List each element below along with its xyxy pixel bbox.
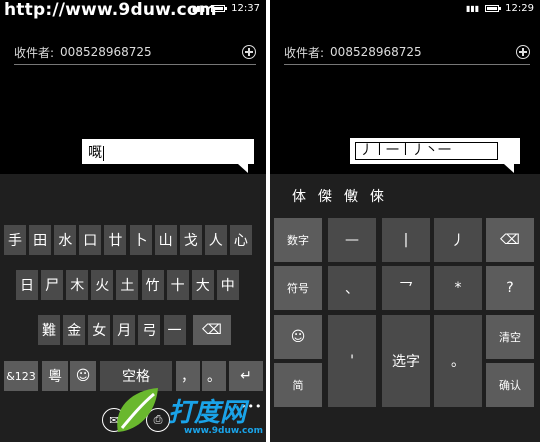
candidate-0[interactable]: 体 xyxy=(292,186,306,206)
backspace-key[interactable]: ⌫ xyxy=(486,218,534,262)
symbols-key[interactable]: 符号 xyxy=(274,266,322,310)
text-caret xyxy=(103,145,104,161)
question-key[interactable]: ? xyxy=(486,266,534,310)
logo-url: www.9duw.com xyxy=(184,426,263,436)
stroke-dian-key[interactable]: 、 xyxy=(328,266,376,310)
emoji-key[interactable]: ☺ xyxy=(274,315,322,359)
select-char-key[interactable]: 选字 xyxy=(382,315,430,407)
separator-key[interactable]: ' xyxy=(328,315,376,407)
language-key[interactable]: 粵 xyxy=(42,361,68,391)
key-土[interactable]: 土 xyxy=(116,270,139,300)
confirm-key[interactable]: 确认 xyxy=(486,363,534,407)
backspace-icon: ⌫ xyxy=(500,232,520,248)
key-水[interactable]: 水 xyxy=(54,225,77,255)
simplified-key[interactable]: 简 xyxy=(274,363,322,407)
left-phone-screen: ▮▮▮ 12:37 收件者: 008528968725 嘅 手田水口廿卜山戈人心… xyxy=(0,0,266,442)
key-十[interactable]: 十 xyxy=(166,270,189,300)
key-戈[interactable]: 戈 xyxy=(179,225,202,255)
battery-icon xyxy=(485,4,502,12)
key-竹[interactable]: 竹 xyxy=(141,270,164,300)
numbers-key[interactable]: 数字 xyxy=(274,218,322,262)
recipient-row[interactable]: 收件者: 008528968725 xyxy=(14,42,256,62)
key-女[interactable]: 女 xyxy=(88,315,111,345)
key-難[interactable]: 難 xyxy=(38,315,60,345)
signal-icon: ▮▮▮ xyxy=(465,3,480,13)
key-田[interactable]: 田 xyxy=(29,225,52,255)
key-火[interactable]: 火 xyxy=(91,270,114,300)
recipient-underline xyxy=(284,64,530,65)
recipient-value[interactable]: 008528968725 xyxy=(330,45,516,59)
right-phone-screen: ▮▮▮ 12:29 收件者: 008528968725 丿丨一丨丿丶一 体傑僌倈… xyxy=(270,0,540,442)
leaf-logo-icon xyxy=(117,388,158,432)
emoji-key[interactable]: ☺ xyxy=(70,361,96,391)
candidate-1[interactable]: 傑 xyxy=(318,186,332,206)
stroke-sequence: 丿丨一丨丿丶一 xyxy=(355,142,498,160)
recipient-underline xyxy=(14,64,256,65)
key-手[interactable]: 手 xyxy=(4,225,26,255)
stroke-pie-key[interactable]: 丿 xyxy=(434,218,482,262)
key-口[interactable]: 口 xyxy=(79,225,102,255)
recipient-label: 收件者: xyxy=(284,45,325,60)
backspace-key[interactable]: ⌫ xyxy=(193,315,231,345)
stroke-shu-key[interactable]: | xyxy=(382,218,430,262)
wildcard-key[interactable]: * xyxy=(434,266,482,310)
add-recipient-icon[interactable] xyxy=(516,45,530,59)
key-大[interactable]: 大 xyxy=(191,270,214,300)
recipient-value[interactable]: 008528968725 xyxy=(60,45,242,59)
stroke-keyboard: 体傑僌倈数字 符号 ☺ 简 — | 丿、乛 * ' 选字。 ⌫? 清空 确认 xyxy=(270,174,540,442)
logo-text: 打度网 xyxy=(168,398,247,428)
message-text: 嘅 xyxy=(88,145,102,161)
key-尸[interactable]: 尸 xyxy=(41,270,64,300)
key-日[interactable]: 日 xyxy=(16,270,38,300)
emoji-icon: ☺ xyxy=(75,368,91,384)
key-月[interactable]: 月 xyxy=(113,315,136,345)
key-人[interactable]: 人 xyxy=(204,225,227,255)
status-time: 12:37 xyxy=(231,2,260,14)
key-心[interactable]: 心 xyxy=(229,225,252,255)
backspace-icon: ⌫ xyxy=(202,322,222,338)
period-key[interactable]: 。 xyxy=(434,315,482,407)
emoji-icon: ☺ xyxy=(290,329,306,345)
recipient-row[interactable]: 收件者: 008528968725 xyxy=(284,42,530,62)
key-金[interactable]: 金 xyxy=(63,315,86,345)
candidate-3[interactable]: 倈 xyxy=(370,186,384,206)
stroke-heng-key[interactable]: — xyxy=(328,218,376,262)
stroke-zhe-key[interactable]: 乛 xyxy=(382,266,430,310)
watermark-url: http://www.9duw.com xyxy=(4,0,217,20)
symbols-key[interactable]: &123 xyxy=(4,361,38,391)
message-input[interactable]: 丿丨一丨丿丶一 xyxy=(350,138,520,173)
key-卜[interactable]: 卜 xyxy=(129,225,152,255)
key-弓[interactable]: 弓 xyxy=(138,315,161,345)
message-input[interactable]: 嘅 xyxy=(82,139,254,173)
key-木[interactable]: 木 xyxy=(66,270,89,300)
key-山[interactable]: 山 xyxy=(154,225,177,255)
status-time: 12:29 xyxy=(505,2,534,14)
key-中[interactable]: 中 xyxy=(216,270,239,300)
key-廿[interactable]: 廿 xyxy=(104,225,127,255)
add-recipient-icon[interactable] xyxy=(242,45,256,59)
recipient-label: 收件者: xyxy=(14,45,55,60)
status-bar: ▮▮▮ 12:29 xyxy=(466,0,534,16)
site-logo-watermark: 打度网 www.9duw.com xyxy=(108,382,268,442)
key-一[interactable]: 一 xyxy=(163,315,186,345)
candidate-2[interactable]: 僌 xyxy=(344,186,358,206)
clear-key[interactable]: 清空 xyxy=(486,315,534,359)
